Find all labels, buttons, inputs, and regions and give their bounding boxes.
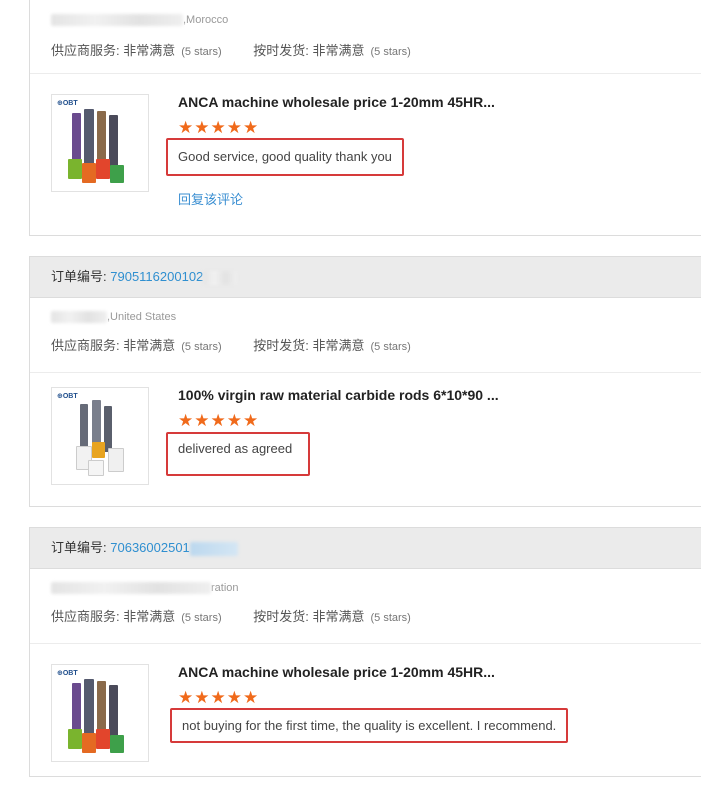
on-time-delivery-rating: 按时发货: 非常满意 (5 stars) [253,43,411,58]
buyer-info: ,United States 供应商服务: 非常满意 (5 stars) 按时发货… [30,298,701,373]
order-number[interactable]: 70636002501 [110,540,190,555]
brand-logo: ⊕OBT [57,393,78,400]
review-card: 订单编号: 7905116200102 ,United States 供应商服务… [29,256,701,507]
redacted-buyer-name [51,311,107,324]
supplier-service-rating: 供应商服务: 非常满意 (5 stars) [51,338,222,353]
seller-ratings: 供应商服务: 非常满意 (5 stars) 按时发货: 非常满意 (5 stars) [51,335,411,354]
buyer-location: ,United States [51,311,176,324]
product-title[interactable]: 100% virgin raw material carbide rods 6*… [178,387,499,403]
star-rating: ★★★★★ [178,411,260,430]
review-text: delivered as agreed [166,432,310,476]
redacted-buyer-name [51,582,211,595]
redacted-order-suffix [203,270,238,285]
star-rating: ★★★★★ [178,118,260,137]
buyer-location: ration [51,582,239,595]
on-time-delivery-rating: 按时发货: 非常满意 (5 stars) [253,338,411,353]
review-text: Good service, good quality thank you [166,138,404,176]
product-title[interactable]: ANCA machine wholesale price 1-20mm 45HR… [178,94,495,110]
product-thumbnail[interactable]: ⊕OBT [51,664,149,762]
brand-logo: ⊕OBT [57,670,78,677]
redacted-order-suffix [189,541,238,556]
seller-ratings: 供应商服务: 非常满意 (5 stars) 按时发货: 非常满意 (5 stars) [51,40,411,59]
on-time-delivery-rating: 按时发货: 非常满意 (5 stars) [253,609,411,624]
order-number-label: 订单编号: [51,540,107,555]
order-number[interactable]: 7905116200102 [110,269,203,284]
product-thumbnail[interactable]: ⊕OBT [51,387,149,485]
seller-ratings: 供应商服务: 非常满意 (5 stars) 按时发货: 非常满意 (5 stars) [51,606,411,625]
brand-logo: ⊕OBT [57,100,78,107]
supplier-service-rating: 供应商服务: 非常满意 (5 stars) [51,43,222,58]
product-thumbnail[interactable]: ⊕OBT [51,94,149,192]
reply-review-link[interactable]: 回复该评论 [178,189,243,208]
buyer-location: ,Morocco [51,14,228,27]
review-card: 订单编号: 70636002501 ration 供应商服务: 非常满意 (5 s… [29,527,701,777]
product-title[interactable]: ANCA machine wholesale price 1-20mm 45HR… [178,664,495,680]
star-rating: ★★★★★ [178,688,260,707]
order-header: 订单编号: 70636002501 [30,528,701,569]
review-text: not buying for the first time, the quali… [170,708,569,743]
review-card: ,Morocco 供应商服务: 非常满意 (5 stars) 按时发货: 非常满意… [29,0,701,236]
redacted-buyer-name [51,14,183,27]
order-header: 订单编号: 7905116200102 [30,257,701,298]
supplier-service-rating: 供应商服务: 非常满意 (5 stars) [51,609,222,624]
order-number-label: 订单编号: [51,269,107,284]
buyer-info: ,Morocco 供应商服务: 非常满意 (5 stars) 按时发货: 非常满意… [30,0,701,74]
buyer-info: ration 供应商服务: 非常满意 (5 stars) 按时发货: 非常满意 (5… [30,569,701,644]
